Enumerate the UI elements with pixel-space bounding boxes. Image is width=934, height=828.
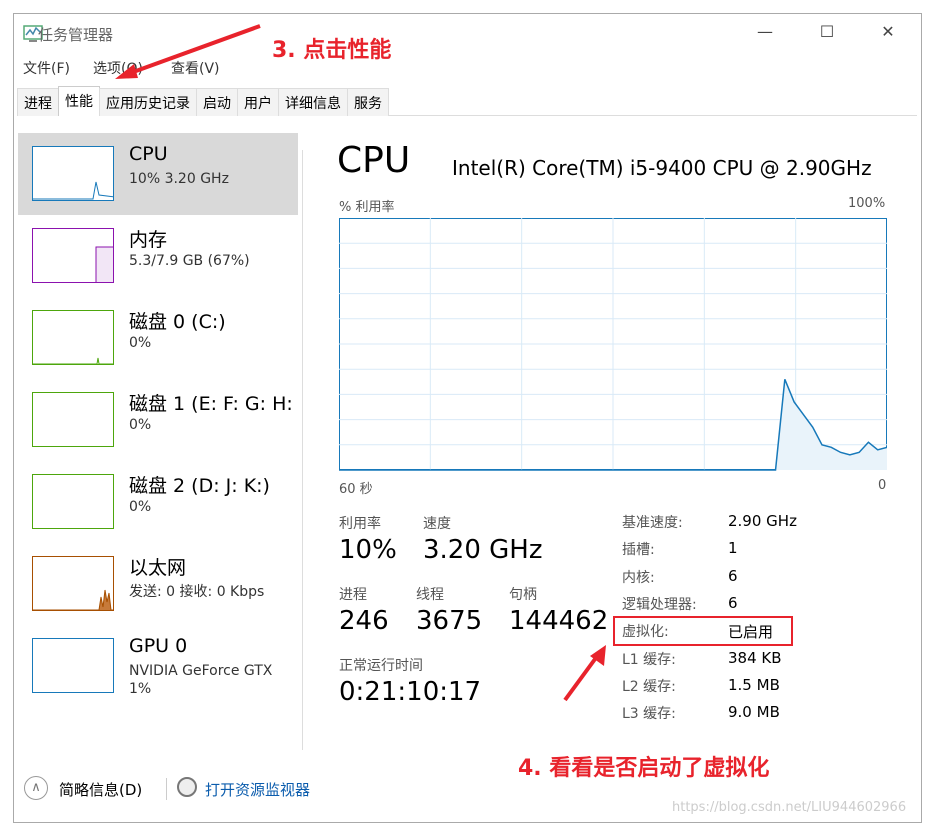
menu-file[interactable]: 文件(F) bbox=[23, 58, 70, 78]
spec-label: L3 缓存: bbox=[622, 706, 676, 723]
spec-value: 9.0 MB bbox=[728, 703, 780, 722]
page-title: CPU bbox=[337, 140, 411, 181]
graph-max-label: 100% bbox=[848, 196, 886, 211]
handles-label: 句柄 bbox=[509, 587, 537, 603]
thumbnail-graph bbox=[32, 556, 114, 611]
close-button[interactable]: ✕ bbox=[873, 22, 903, 41]
cpu-model: Intel(R) Core(TM) i5-9400 CPU @ 2.90GHz bbox=[452, 156, 872, 180]
thumbnail-graph bbox=[32, 638, 114, 693]
sidebar-item-name: 以太网 bbox=[129, 557, 187, 579]
sidebar-item-detail: 0% bbox=[129, 499, 152, 515]
thumbnail-graph bbox=[32, 310, 114, 365]
graph-x-left-label: 60 秒 bbox=[339, 482, 373, 497]
sidebar-item-name: CPU bbox=[129, 143, 168, 165]
tab-startup[interactable]: 启动 bbox=[196, 88, 238, 116]
sidebar-item-detail: 发送: 0 接收: 0 Kbps bbox=[129, 584, 265, 600]
sidebar-item[interactable]: 磁盘 2 (D: J: K:) 0% bbox=[18, 461, 298, 543]
spec-value: 384 KB bbox=[728, 648, 782, 667]
spec-value: 1 bbox=[728, 539, 738, 558]
sidebar-item[interactable]: 磁盘 0 (C:) 0% bbox=[18, 297, 298, 379]
spec-value: 1.5 MB bbox=[728, 675, 780, 694]
uptime-value: 0:21:10:17 bbox=[339, 677, 482, 707]
uptime-label: 正常运行时间 bbox=[339, 658, 423, 674]
utilization-value: 10% bbox=[339, 535, 397, 565]
sidebar-item-name: 磁盘 0 (C:) bbox=[129, 311, 226, 333]
processes-label: 进程 bbox=[339, 587, 367, 603]
sidebar-item-detail: 10% 3.20 GHz bbox=[129, 171, 229, 187]
spec-label: 内核: bbox=[622, 569, 655, 586]
spec-label: L1 缓存: bbox=[622, 651, 676, 668]
tab-details[interactable]: 详细信息 bbox=[278, 88, 348, 116]
sidebar-item[interactable]: CPU 10% 3.20 GHz bbox=[18, 133, 298, 215]
tab-processes[interactable]: 进程 bbox=[17, 88, 59, 116]
sidebar-item-usage: 1% bbox=[129, 681, 152, 697]
thumbnail-graph bbox=[32, 228, 114, 283]
spec-label: 基准速度: bbox=[622, 515, 683, 531]
window-title: 任务管理器 bbox=[38, 26, 114, 44]
sidebar-item-detail: 5.3/7.9 GB (67%) bbox=[129, 253, 250, 269]
annotation-step3: 3. 点击性能 bbox=[272, 38, 392, 63]
spec-value: 2.90 GHz bbox=[728, 512, 797, 530]
tab-bar: 进程 性能 应用历史记录 启动 用户 详细信息 服务 bbox=[17, 86, 917, 116]
sidebar-item-detail: 0% bbox=[129, 417, 152, 433]
thumbnail-graph bbox=[32, 474, 114, 529]
sidebar-item-detail: NVIDIA GeForce GTX bbox=[129, 663, 273, 679]
sidebar-item-name: 磁盘 1 (E: F: G: H: bbox=[129, 393, 293, 415]
resource-monitor-link[interactable]: 打开资源监视器 bbox=[205, 779, 310, 800]
tab-services[interactable]: 服务 bbox=[347, 88, 389, 116]
spec-value: 6 bbox=[728, 566, 738, 585]
divider bbox=[302, 150, 303, 750]
resource-monitor-icon bbox=[177, 777, 197, 797]
menu-view[interactable]: 查看(V) bbox=[171, 58, 220, 78]
tab-performance[interactable]: 性能 bbox=[58, 86, 100, 116]
virtualization-highlight-box bbox=[613, 616, 793, 646]
sidebar-item[interactable]: 以太网 发送: 0 接收: 0 Kbps bbox=[18, 543, 298, 625]
sidebar-item[interactable]: 磁盘 1 (E: F: G: H: 0% bbox=[18, 379, 298, 461]
processes-value: 246 bbox=[339, 606, 389, 636]
thumbnail-graph bbox=[32, 392, 114, 447]
sidebar-item[interactable]: 内存 5.3/7.9 GB (67%) bbox=[18, 215, 298, 297]
tab-app-history[interactable]: 应用历史记录 bbox=[99, 88, 197, 116]
spec-label: L2 缓存: bbox=[622, 678, 676, 695]
tab-users[interactable]: 用户 bbox=[237, 88, 279, 116]
sidebar-item-name: 内存 bbox=[129, 229, 168, 251]
menu-options[interactable]: 选项(O) bbox=[93, 58, 143, 78]
speed-value: 3.20 GHz bbox=[423, 535, 543, 565]
threads-value: 3675 bbox=[416, 606, 483, 636]
sidebar-item-name: 磁盘 2 (D: J: K:) bbox=[129, 475, 270, 497]
divider bbox=[166, 778, 167, 800]
watermark: https://blog.csdn.net/LIU944602966 bbox=[672, 800, 907, 815]
summary-button[interactable]: 简略信息(D) bbox=[59, 779, 142, 800]
sidebar-item[interactable]: GPU 0 NVIDIA GeForce GTX 1% bbox=[18, 625, 298, 707]
sidebar-item-name: GPU 0 bbox=[129, 635, 188, 657]
speed-label: 速度 bbox=[423, 516, 451, 532]
graph-x-right-label: 0 bbox=[878, 478, 887, 493]
chevron-up-icon[interactable]: ∧ bbox=[24, 776, 48, 800]
minimize-button[interactable]: — bbox=[750, 22, 780, 41]
handles-value: 144462 bbox=[509, 606, 609, 636]
threads-label: 线程 bbox=[416, 587, 444, 603]
maximize-button[interactable]: ☐ bbox=[812, 22, 842, 41]
thumbnail-graph bbox=[32, 146, 114, 201]
annotation-step4: 4. 看看是否启动了虚拟化 bbox=[518, 756, 770, 781]
sidebar-item-detail: 0% bbox=[129, 335, 152, 351]
utilization-label: 利用率 bbox=[339, 516, 381, 532]
spec-label: 插槽: bbox=[622, 542, 655, 559]
spec-label: 逻辑处理器: bbox=[622, 596, 697, 613]
cpu-utilization-graph bbox=[339, 218, 887, 471]
spec-value: 6 bbox=[728, 593, 738, 612]
graph-y-label: % 利用率 bbox=[339, 200, 395, 215]
